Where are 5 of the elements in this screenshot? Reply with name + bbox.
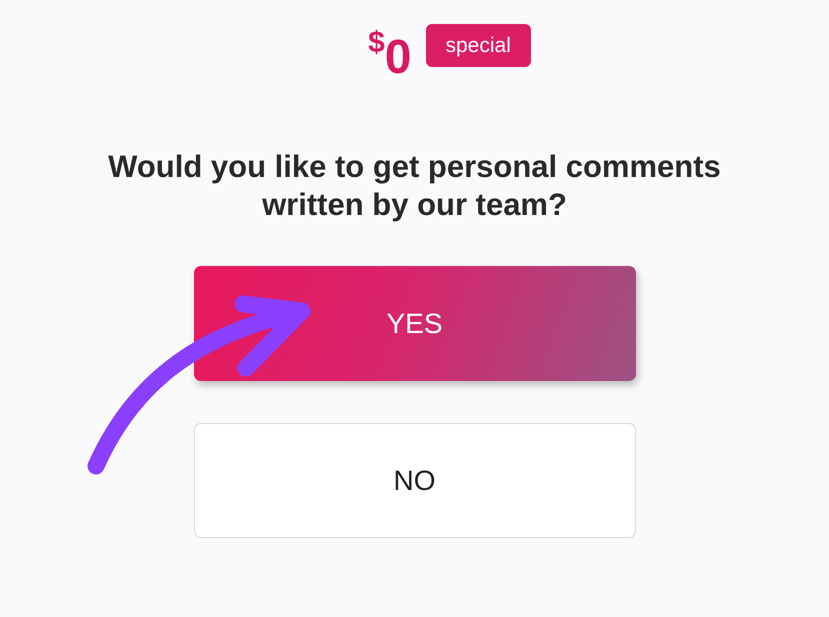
question-text: Would you like to get personal comments written by our team?: [107, 148, 722, 224]
answer-button[interactable]: NO: [194, 423, 636, 538]
answer-button[interactable]: YES: [194, 266, 636, 381]
special-badge: special: [426, 24, 531, 67]
price: $0: [368, 25, 412, 82]
